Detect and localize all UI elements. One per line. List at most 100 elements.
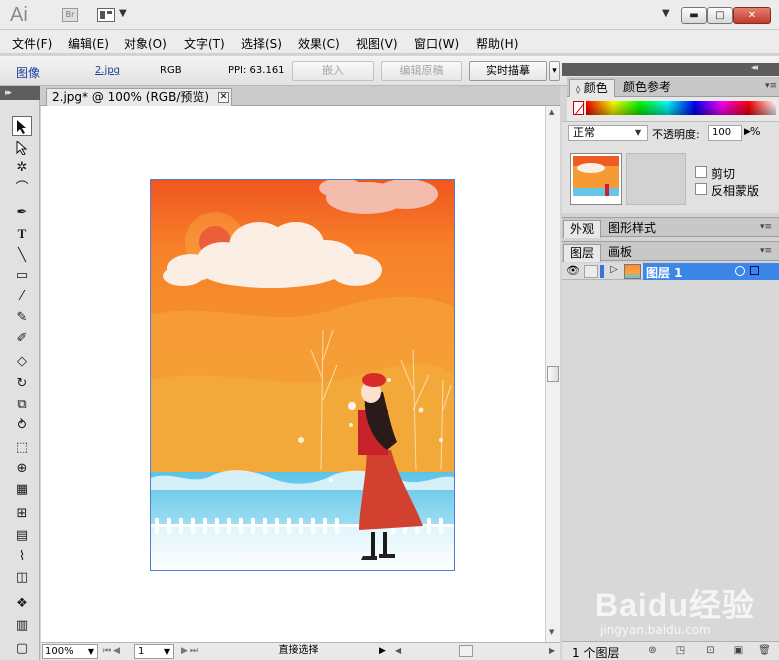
locate-object-icon[interactable]: ⊚ <box>646 645 659 657</box>
mesh-tool-icon[interactable]: ⊞ <box>12 504 32 524</box>
menu-help[interactable]: 帮助(H) <box>476 35 518 52</box>
zoom-caret-icon[interactable]: ▼ <box>88 645 94 659</box>
gradient-tool-icon[interactable]: ▤ <box>12 526 32 546</box>
menu-bar: 文件(F) 编辑(E) 对象(O) 文字(T) 选择(S) 效果(C) 视图(V… <box>0 30 779 54</box>
workspace-switcher-caret-icon[interactable]: ▼ <box>662 8 670 19</box>
selection-tool-icon[interactable] <box>12 116 32 136</box>
layer-color-chip <box>600 265 604 278</box>
tab-graphic-styles[interactable]: 图形样式 <box>602 220 662 238</box>
layers-panel-menu-icon[interactable]: ▾≡ <box>760 246 772 256</box>
menu-object[interactable]: 对象(O) <box>124 35 167 52</box>
arrange-documents-icon[interactable] <box>97 8 115 22</box>
menu-select[interactable]: 选择(S) <box>241 35 282 52</box>
scale-tool-icon[interactable]: ⧉ <box>12 395 32 415</box>
embed-button[interactable]: 嵌入 <box>292 61 374 81</box>
linked-file-link[interactable]: 2.jpg <box>95 65 120 76</box>
menu-view[interactable]: 视图(V) <box>356 35 398 52</box>
scroll-up-arrow-icon[interactable]: ▲ <box>549 108 554 116</box>
pencil-tool-icon[interactable]: ✎ <box>12 308 32 328</box>
menu-edit[interactable]: 编辑(E) <box>68 35 109 52</box>
magic-wand-tool-icon[interactable]: ✲ <box>12 158 32 178</box>
tab-color[interactable]: ◊ 颜色 <box>569 79 615 97</box>
blend-mode-caret-icon[interactable]: ▼ <box>635 128 641 137</box>
delete-layer-icon[interactable]: 🗑 <box>758 645 771 657</box>
menu-type[interactable]: 文字(T) <box>184 35 225 52</box>
vertical-scrollbar[interactable]: ▲ ▼ <box>545 106 560 642</box>
color-panel-menu-icon[interactable]: ▾≡ <box>765 81 777 91</box>
appearance-panel-menu-icon[interactable]: ▾≡ <box>760 222 772 232</box>
horizontal-scroll-thumb[interactable] <box>459 645 473 657</box>
selection-indicator-icon[interactable] <box>750 266 759 275</box>
layers-panel-footer: 1 个图层 ⊚ ◳ ⊡ ▣ 🗑 <box>562 641 779 660</box>
placed-image[interactable] <box>150 179 455 571</box>
direct-selection-tool-icon[interactable] <box>12 138 32 158</box>
vertical-scroll-thumb[interactable] <box>547 366 559 382</box>
layer-row[interactable]: 👁 ▷ 图层 1 <box>562 263 779 280</box>
free-transform-tool-icon[interactable]: ⬚ <box>12 438 32 458</box>
eyedropper-tool-icon[interactable]: ⌇ <box>12 547 32 567</box>
clip-checkbox[interactable] <box>695 166 707 178</box>
lock-toggle-cell[interactable] <box>584 265 598 278</box>
panel-dock-header <box>562 63 779 76</box>
scroll-down-arrow-icon[interactable]: ▼ <box>549 628 554 636</box>
artboard-caret-icon[interactable]: ▼ <box>164 645 170 659</box>
new-layer-icon[interactable]: ▣ <box>732 645 745 657</box>
blend-tool-icon[interactable]: ◫ <box>12 568 32 588</box>
panel-collapse-icon[interactable]: ◂◂ <box>751 63 758 73</box>
live-trace-button[interactable]: 实时描摹 <box>469 61 547 81</box>
tools-panel: ▸▸ ✲ ⌒ ✒ T ╲ ▭ ⁄ ✎ ✐ ◇ ↻ ⧉ ⥁ ⬚ ⊕ ▦ ⊞ ▤ ⌇… <box>0 86 40 660</box>
layer-name-highlight[interactable]: 图层 1 <box>643 263 779 280</box>
type-tool-icon[interactable]: T <box>12 224 32 244</box>
eraser-tool-icon[interactable]: ◇ <box>12 352 32 372</box>
make-clipping-mask-icon[interactable]: ◳ <box>674 645 687 657</box>
symbol-sprayer-tool-icon[interactable]: ❖ <box>12 594 32 614</box>
line-tool-icon[interactable]: ╲ <box>12 246 32 266</box>
zoom-level-field[interactable]: 100% ▼ <box>42 644 98 659</box>
minimize-button[interactable]: ▬ <box>681 7 707 24</box>
maximize-button[interactable]: □ <box>707 7 733 24</box>
opacity-field[interactable]: 100 <box>708 125 742 141</box>
visibility-eye-icon[interactable]: 👁 <box>566 265 580 277</box>
rotate-tool-icon[interactable]: ↻ <box>12 374 32 394</box>
tab-appearance[interactable]: 外观 <box>563 220 602 238</box>
column-graph-tool-icon[interactable]: ▥ <box>12 616 32 636</box>
expand-triangle-icon[interactable]: ▷ <box>610 264 618 275</box>
tab-layers[interactable]: 图层 <box>563 244 602 262</box>
document-tab-close-icon[interactable]: ✕ <box>218 92 229 103</box>
next-last-artboard-icons[interactable]: ▶⏭ <box>181 644 200 659</box>
tab-color-toggle-icon[interactable]: ◊ <box>576 85 580 94</box>
menu-effect[interactable]: 效果(C) <box>298 35 340 52</box>
close-button[interactable]: ✕ <box>733 7 771 24</box>
perspective-grid-tool-icon[interactable]: ▦ <box>12 480 32 500</box>
pen-tool-icon[interactable]: ✒ <box>12 203 32 223</box>
tab-artboards[interactable]: 画板 <box>602 244 638 262</box>
target-circle-icon[interactable] <box>735 266 745 276</box>
menu-window[interactable]: 窗口(W) <box>414 35 459 52</box>
tools-collapse-grip[interactable]: ▸▸ <box>0 86 40 100</box>
bridge-icon[interactable]: Br <box>62 8 78 22</box>
status-menu-arrow-icon[interactable]: ▶ <box>379 644 386 659</box>
watermark-url: jingyan.baidu.com <box>600 623 711 637</box>
app-logo: Ai <box>10 4 28 26</box>
trace-options-caret[interactable]: ▾ <box>549 61 560 81</box>
lasso-tool-icon[interactable]: ⌒ <box>12 179 32 199</box>
arrange-caret-icon[interactable]: ▼ <box>119 8 127 19</box>
shape-builder-tool-icon[interactable]: ⊕ <box>12 459 32 479</box>
rectangle-tool-icon[interactable]: ▭ <box>12 266 32 286</box>
artboard-number-field[interactable]: 1 ▼ <box>134 644 174 659</box>
paintbrush-tool-icon[interactable]: ⁄ <box>12 287 32 307</box>
scroll-right-arrow-icon[interactable]: ▶ <box>549 644 555 659</box>
invert-mask-checkbox[interactable] <box>695 183 707 195</box>
first-prev-artboard-icons[interactable]: ⏮◀ <box>103 644 122 659</box>
edit-original-button[interactable]: 编辑原稿 <box>381 61 462 81</box>
document-tab[interactable]: 2.jpg* @ 100% (RGB/预览) ✕ <box>46 88 232 106</box>
none-swatch-icon[interactable] <box>573 101 584 115</box>
new-sublayer-icon[interactable]: ⊡ <box>704 645 717 657</box>
artboard-tool-icon[interactable]: ▢ <box>12 639 32 659</box>
menu-file[interactable]: 文件(F) <box>12 35 52 52</box>
blob-brush-tool-icon[interactable]: ✐ <box>12 329 32 349</box>
tab-color-guide[interactable]: 颜色参考 <box>617 79 677 97</box>
scroll-left-arrow-icon[interactable]: ◀ <box>395 644 401 659</box>
warp-tool-icon[interactable]: ⥁ <box>12 416 32 436</box>
transparency-thumbnail <box>570 153 622 205</box>
